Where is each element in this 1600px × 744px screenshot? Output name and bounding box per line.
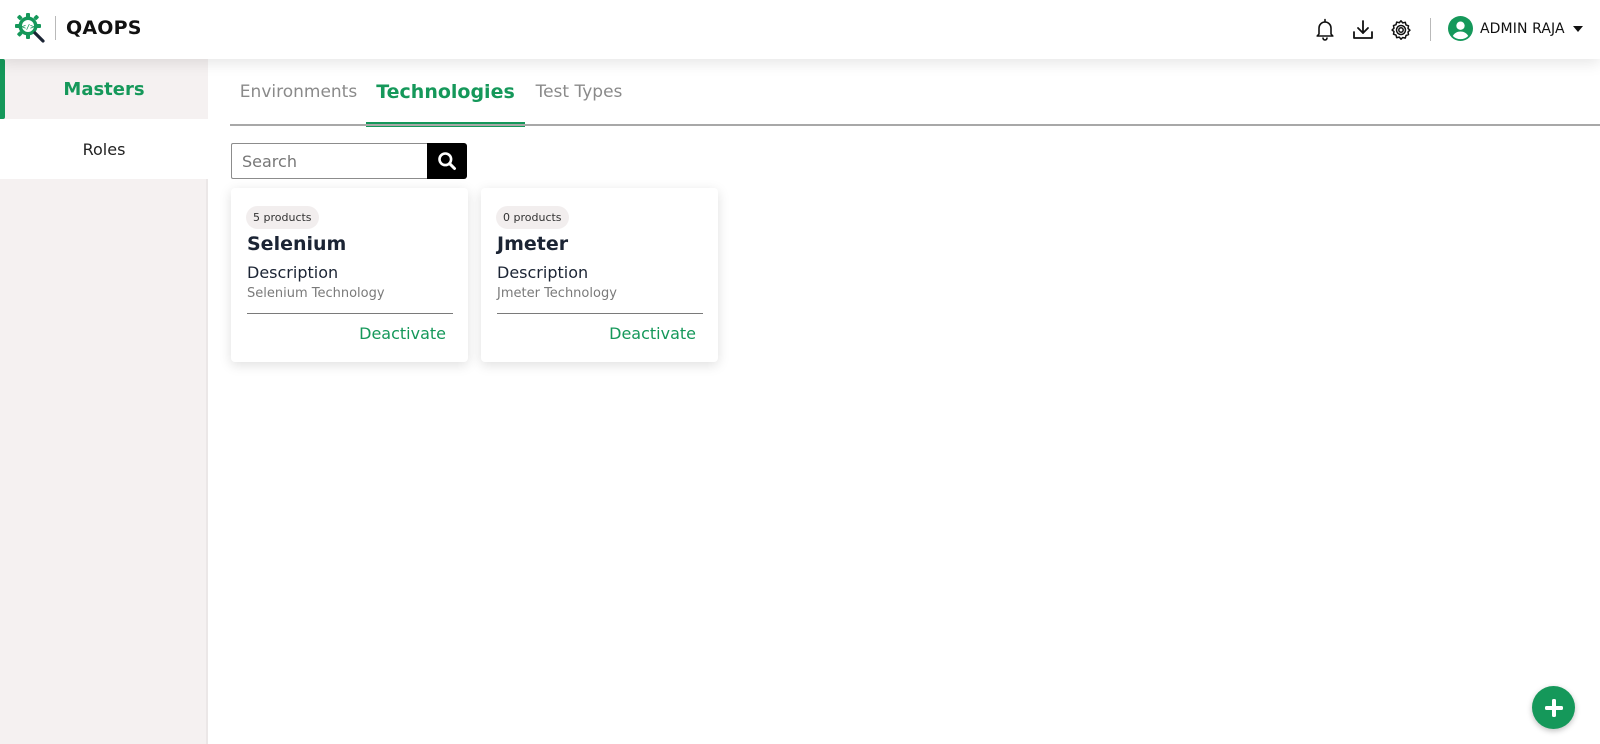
search-bar (231, 143, 467, 179)
tab-environments[interactable]: Environments (230, 59, 367, 125)
add-technology-button[interactable] (1532, 686, 1575, 729)
card-title: Jmeter (497, 233, 569, 255)
product-count-badge: 0 products (496, 206, 569, 229)
card-title: Selenium (247, 233, 347, 255)
technology-card: 5 products Selenium Description Selenium… (231, 188, 468, 362)
tab-label: Test Types (535, 82, 623, 102)
user-circle-icon (1448, 16, 1473, 41)
tab-bar: Environments Technologies Test Types (230, 59, 1600, 127)
description-heading: Description (497, 263, 589, 282)
sidebar-item-roles[interactable]: Roles (0, 119, 208, 179)
header-divider (1430, 18, 1431, 41)
sidebar-item-label: Masters (63, 78, 145, 100)
caret-down-icon (1572, 25, 1583, 32)
brand-divider (55, 16, 56, 40)
tab-technologies[interactable]: Technologies (366, 59, 525, 127)
settings-icon[interactable] (1389, 18, 1413, 42)
brand[interactable]: </> QAOPS (14, 12, 142, 44)
svg-text:</>: </> (22, 23, 35, 31)
tabs-divider (230, 124, 1600, 126)
search-icon (438, 152, 456, 170)
search-button[interactable] (427, 143, 467, 179)
card-divider (497, 313, 703, 314)
card-description: Selenium Technology (247, 286, 385, 301)
description-heading: Description (247, 263, 339, 282)
deactivate-button[interactable]: Deactivate (359, 324, 446, 343)
search-input[interactable] (231, 143, 427, 179)
tab-label: Environments (239, 82, 358, 102)
technology-card: 0 products Jmeter Description Jmeter Tec… (481, 188, 718, 362)
user-menu[interactable]: ADMIN RAJA (1448, 16, 1583, 41)
product-count-badge: 5 products (246, 206, 319, 229)
tab-label: Technologies (376, 81, 515, 103)
gear-code-magnifier-icon: </> (15, 13, 45, 43)
plus-icon (1544, 698, 1563, 717)
top-bar: </> QAOPS ADMIN RAJA (0, 0, 1600, 59)
card-divider (247, 313, 453, 314)
bell-icon[interactable] (1313, 17, 1337, 41)
download-icon[interactable] (1351, 18, 1375, 42)
deactivate-button[interactable]: Deactivate (609, 324, 696, 343)
card-description: Jmeter Technology (497, 286, 617, 301)
app-name: QAOPS (66, 17, 142, 39)
user-name: ADMIN RAJA (1480, 20, 1565, 37)
sidebar: Masters Roles (0, 59, 208, 744)
tab-test-types[interactable]: Test Types (525, 59, 633, 125)
sidebar-item-label: Roles (82, 139, 126, 159)
sidebar-item-masters[interactable]: Masters (0, 59, 208, 119)
